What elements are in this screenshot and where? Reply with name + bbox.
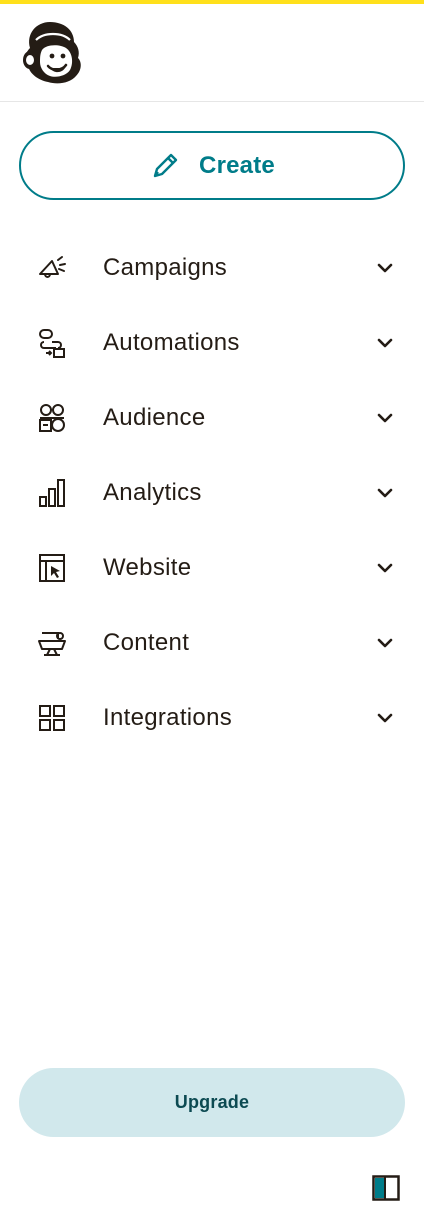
chevron-down-icon[interactable] xyxy=(374,332,396,354)
create-button-label: Create xyxy=(199,151,275,179)
nav-item-analytics[interactable]: Analytics xyxy=(0,455,424,530)
chevron-down-icon[interactable] xyxy=(374,557,396,579)
nav-item-automations[interactable]: Automations xyxy=(0,305,424,380)
pencil-icon xyxy=(153,153,178,177)
nav-label-website: Website xyxy=(103,553,192,581)
nav-label-analytics: Analytics xyxy=(103,478,202,506)
bar-chart-icon xyxy=(39,478,65,507)
nav-item-campaigns[interactable]: Campaigns xyxy=(0,230,424,305)
chevron-down-icon[interactable] xyxy=(374,707,396,729)
audience-icon xyxy=(39,403,65,432)
grid-icon xyxy=(39,704,65,731)
nav-label-campaigns: Campaigns xyxy=(103,253,228,281)
website-cursor-icon xyxy=(39,553,65,582)
nav-item-integrations[interactable]: Integrations xyxy=(0,680,424,755)
chevron-down-icon[interactable] xyxy=(374,482,396,504)
nav-item-website[interactable]: Website xyxy=(0,530,424,605)
nav-label-automations: Automations xyxy=(103,328,240,356)
upgrade-button-label: Upgrade xyxy=(174,1092,250,1112)
nav-item-audience[interactable]: Audience xyxy=(0,380,424,455)
freddie-monkey-icon[interactable] xyxy=(20,18,84,86)
nav-label-integrations: Integrations xyxy=(103,703,233,731)
nav-label-audience: Audience xyxy=(103,403,206,431)
sidebar-header xyxy=(0,4,424,102)
chevron-down-icon[interactable] xyxy=(374,632,396,654)
chevron-down-icon[interactable] xyxy=(374,407,396,429)
nav-item-content[interactable]: Content xyxy=(0,605,424,680)
chevron-down-icon[interactable] xyxy=(374,257,396,279)
sidebar-toggle-icon[interactable] xyxy=(372,1175,400,1201)
megaphone-icon xyxy=(39,255,66,278)
upgrade-button[interactable]: Upgrade xyxy=(19,1068,405,1137)
content-icon xyxy=(38,631,66,656)
nav-label-content: Content xyxy=(103,628,190,656)
automation-flow-icon xyxy=(39,328,65,358)
sidebar-nav: Campaigns Automations Audience Analytics… xyxy=(0,230,424,755)
create-button[interactable]: Create xyxy=(19,131,405,200)
